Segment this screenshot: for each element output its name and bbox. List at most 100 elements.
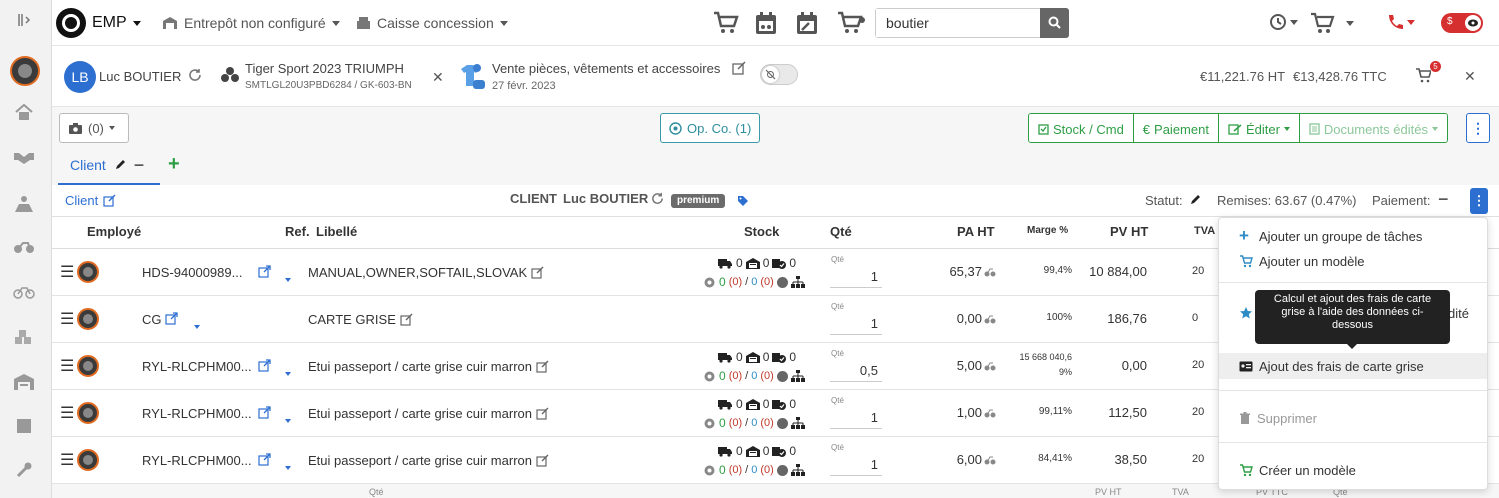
edit-label-icon[interactable] bbox=[531, 266, 544, 279]
tab-client[interactable]: Client − bbox=[58, 147, 160, 186]
item-reference[interactable]: RYL-RLCPHM00... bbox=[142, 453, 252, 468]
item-label[interactable]: Etui passeport / carte grise cuir marron bbox=[308, 406, 532, 421]
drag-handle-icon[interactable]: ☰ bbox=[60, 309, 74, 329]
search-button[interactable] bbox=[1040, 7, 1069, 38]
menu-add-registration-fees[interactable]: Ajout des frais de carte grise bbox=[1219, 353, 1487, 379]
cart-icon[interactable] bbox=[713, 11, 739, 35]
menu-add-model[interactable]: Ajouter un modèle bbox=[1219, 249, 1487, 273]
edit-label-icon[interactable] bbox=[536, 407, 549, 420]
tag-icon[interactable] bbox=[737, 195, 749, 207]
search-input[interactable] bbox=[876, 9, 1040, 37]
edit-client-icon[interactable] bbox=[103, 194, 116, 207]
sitemap-icon[interactable] bbox=[790, 417, 805, 429]
refresh-client-icon[interactable] bbox=[188, 68, 202, 82]
menu-add-task-group[interactable]: + Ajouter un groupe de tâches bbox=[1219, 224, 1487, 248]
add-tab-icon[interactable]: + bbox=[168, 153, 180, 176]
item-label[interactable]: Etui passeport / carte grise cuir marron bbox=[308, 359, 532, 374]
op-co-button[interactable]: Op. Co. (1) bbox=[660, 113, 761, 143]
external-link-icon[interactable] bbox=[258, 453, 271, 466]
sitemap-icon[interactable] bbox=[790, 370, 805, 382]
calendar-moto-icon[interactable] bbox=[755, 11, 777, 35]
phone-menu[interactable] bbox=[1386, 13, 1415, 31]
vehicle-name[interactable]: Tiger Sport 2023 TRIUMPH bbox=[245, 61, 404, 76]
payment-button[interactable]: € Paiement bbox=[1133, 114, 1219, 142]
price-motor-icon[interactable] bbox=[984, 268, 996, 277]
price-visibility-toggle[interactable]: $ bbox=[1441, 13, 1483, 33]
external-link-icon[interactable] bbox=[258, 265, 271, 278]
sitemap-icon[interactable] bbox=[790, 276, 805, 288]
parts-icon[interactable] bbox=[12, 325, 36, 349]
user-avatar[interactable] bbox=[9, 55, 41, 87]
refresh-info-icon[interactable] bbox=[651, 192, 664, 205]
employee-avatar[interactable] bbox=[77, 402, 99, 424]
reference-dropdown[interactable] bbox=[285, 458, 291, 473]
motorcycle-icon[interactable] bbox=[12, 235, 36, 259]
remove-vehicle-icon[interactable]: ✕ bbox=[432, 69, 444, 86]
external-link-icon[interactable] bbox=[258, 406, 271, 419]
warehouse-selector[interactable]: Entrepôt non configuré bbox=[162, 0, 340, 46]
edit-sale-type-icon[interactable] bbox=[732, 61, 746, 75]
edit-button[interactable]: Éditer bbox=[1218, 114, 1300, 142]
edit-label-icon[interactable] bbox=[536, 454, 549, 467]
warehouse-icon[interactable] bbox=[12, 370, 36, 394]
pencil-icon[interactable] bbox=[114, 159, 126, 171]
history-menu[interactable] bbox=[1269, 13, 1298, 31]
reference-dropdown[interactable] bbox=[285, 270, 291, 285]
bicycle-icon[interactable] bbox=[12, 280, 36, 304]
quantity-input[interactable]: 1 bbox=[830, 266, 882, 288]
cart-summary-icon[interactable] bbox=[1415, 68, 1431, 83]
quantity-input[interactable]: 1 bbox=[830, 454, 882, 476]
edited-documents-button[interactable]: Documents édités bbox=[1299, 114, 1447, 142]
price-motor-icon[interactable] bbox=[984, 362, 996, 371]
sale-toggle[interactable] bbox=[760, 64, 798, 85]
reference-dropdown[interactable] bbox=[285, 364, 291, 379]
drag-handle-icon[interactable]: ☰ bbox=[60, 356, 74, 376]
client-name[interactable]: Luc BOUTIER bbox=[99, 69, 181, 84]
price-motor-icon[interactable] bbox=[984, 315, 996, 324]
close-sale-icon[interactable]: ✕ bbox=[1464, 68, 1476, 85]
stock-order-button[interactable]: Stock / Cmd bbox=[1029, 114, 1134, 142]
quantity-input[interactable]: 0,5 bbox=[830, 360, 882, 382]
drag-handle-icon[interactable]: ☰ bbox=[60, 450, 74, 470]
client-link[interactable]: Client bbox=[65, 193, 98, 208]
item-reference[interactable]: RYL-RLCPHM00... bbox=[142, 406, 252, 421]
reference-dropdown[interactable] bbox=[194, 317, 200, 332]
cart-moto-icon[interactable] bbox=[837, 11, 867, 35]
edit-label-icon[interactable] bbox=[536, 360, 549, 373]
price-motor-icon[interactable] bbox=[984, 456, 996, 465]
quantity-input[interactable]: 1 bbox=[830, 407, 882, 429]
minus-icon[interactable]: − bbox=[134, 156, 145, 174]
home-icon[interactable] bbox=[12, 100, 36, 124]
status-pencil-icon[interactable] bbox=[1189, 194, 1201, 206]
brand-menu[interactable]: EMP bbox=[56, 0, 141, 46]
cart-list-menu[interactable] bbox=[1310, 12, 1354, 34]
drag-handle-icon[interactable]: ☰ bbox=[60, 403, 74, 423]
item-reference[interactable]: RYL-RLCPHM00... bbox=[142, 359, 252, 374]
menu-delete[interactable]: Supprimer bbox=[1219, 406, 1487, 430]
employee-avatar[interactable] bbox=[77, 449, 99, 471]
handshake-icon[interactable] bbox=[12, 145, 36, 169]
drag-handle-icon[interactable]: ☰ bbox=[60, 262, 74, 282]
item-reference[interactable]: CG bbox=[142, 312, 162, 327]
item-reference[interactable]: HDS-94000989... bbox=[142, 265, 242, 280]
line-actions-button[interactable]: ⋮ bbox=[1470, 188, 1488, 214]
employee-avatar[interactable] bbox=[77, 261, 99, 283]
quantity-input[interactable]: 1 bbox=[830, 313, 882, 335]
calendar-wrench-icon[interactable] bbox=[796, 11, 818, 35]
external-link-icon[interactable] bbox=[258, 359, 271, 372]
employee-avatar[interactable] bbox=[77, 355, 99, 377]
collapse-icon[interactable] bbox=[12, 8, 36, 32]
sitemap-icon[interactable] bbox=[790, 464, 805, 476]
sale-type-label[interactable]: Vente pièces, vêtements et accessoires bbox=[492, 61, 720, 76]
item-label[interactable]: CARTE GRISE bbox=[308, 312, 396, 327]
more-actions-button[interactable]: ⋮ bbox=[1466, 113, 1490, 143]
wrench-icon[interactable] bbox=[12, 458, 36, 482]
photos-button[interactable]: (0) bbox=[59, 113, 129, 143]
price-motor-icon[interactable] bbox=[984, 409, 996, 418]
employee-avatar[interactable] bbox=[77, 308, 99, 330]
calendar-icon[interactable] bbox=[12, 414, 36, 438]
reference-dropdown[interactable] bbox=[285, 411, 291, 426]
menu-create-model[interactable]: Créer un modèle bbox=[1219, 458, 1487, 482]
item-label[interactable]: MANUAL,OWNER,SOFTAIL,SLOVAK bbox=[308, 265, 527, 280]
edit-label-icon[interactable] bbox=[400, 313, 413, 326]
